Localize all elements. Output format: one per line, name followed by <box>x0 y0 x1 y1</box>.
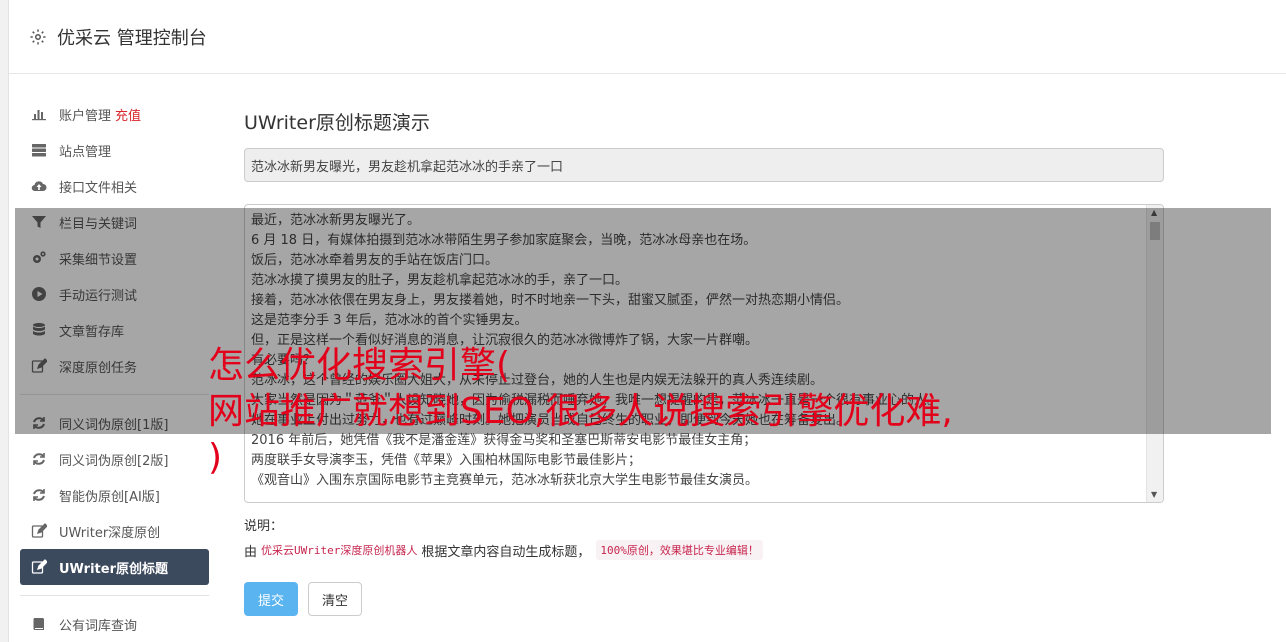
edit-icon <box>30 558 48 576</box>
sidebar-item-label: 智能伪原创[AI版] <box>59 489 160 505</box>
gear-icon <box>29 28 47 46</box>
sidebar-item-sites[interactable]: 站点管理 <box>20 132 209 168</box>
recharge-link[interactable]: 充值 <box>115 105 141 124</box>
sidebar-item-api-files[interactable]: 接口文件相关 <box>20 168 209 204</box>
sidebar-divider <box>20 595 209 596</box>
overlay-caption: 怎么优化搜索引擎( 网站推广就想到SEO,很多人说搜索引擎优化难, ) <box>208 343 1208 481</box>
overlay-caption-line: 怎么优化搜索引擎( <box>208 345 511 386</box>
overlay-caption-line: ) <box>208 437 223 478</box>
sidebar-item-public-lexicon[interactable]: 公有词库查询 <box>20 606 209 642</box>
sidebar-item-label: 站点管理 <box>59 144 112 160</box>
sidebar-item-label: UWriter原创标题 <box>59 561 168 577</box>
uwriter-robot-link[interactable]: 优采云UWriter深度原创机器人 <box>261 542 417 558</box>
refresh-icon <box>30 486 48 504</box>
note-label: 说明： <box>244 519 284 534</box>
note-prefix: 由 <box>244 544 258 560</box>
page-title: 优采云 管理控制台 <box>57 27 207 49</box>
form-actions: 提交 清空 <box>244 582 1164 616</box>
sidebar-item-label: 同义词伪原创[2版] <box>59 453 169 469</box>
server-icon <box>30 141 48 159</box>
sidebar-item-label: UWriter深度原创 <box>59 525 161 541</box>
sidebar-item-label: 账户管理 <box>59 108 112 124</box>
title-output-field[interactable]: 范冰冰新男友曝光，男友趁机拿起范冰冰的手亲了一口 <box>244 148 1164 182</box>
clear-button[interactable]: 清空 <box>308 582 362 616</box>
note-middle: 根据文章内容自动生成标题， <box>421 544 591 560</box>
page-header: 优采云 管理控制台 <box>9 0 1286 74</box>
sidebar-item-ai-spin[interactable]: 智能伪原创[AI版] <box>20 477 209 513</box>
sidebar-item-uwriter-deep[interactable]: UWriter深度原创 <box>20 513 209 549</box>
sidebar-item-synonym-v2[interactable]: 同义词伪原创[2版] <box>20 441 209 477</box>
sidebar-item-label: 公有词库查询 <box>59 618 138 634</box>
sidebar-item-account[interactable]: 账户管理 充值 <box>20 96 209 132</box>
cloud-upload-icon <box>30 177 48 195</box>
title-output-value: 范冰冰新男友曝光，男友趁机拿起范冰冰的手亲了一口 <box>251 159 564 175</box>
sidebar-item-label: 接口文件相关 <box>59 180 138 196</box>
section-heading: UWriter原创标题演示 <box>244 112 430 134</box>
overlay-caption-line: 网站推广就想到SEO,很多人说搜索引擎优化难, <box>208 391 953 432</box>
note-text: 由 优采云UWriter深度原创机器人 根据文章内容自动生成标题， 100%原创… <box>244 540 1164 560</box>
edit-icon <box>30 522 48 540</box>
refresh-icon <box>30 450 48 468</box>
book-icon <box>30 615 48 633</box>
note-highlight: 100%原创，效果堪比专业编辑！ <box>596 540 763 560</box>
sidebar-item-uwriter-title[interactable]: UWriter原创标题 <box>20 549 209 585</box>
submit-button[interactable]: 提交 <box>244 582 298 616</box>
bar-chart-icon <box>30 105 48 123</box>
scroll-down-arrow-icon[interactable]: ▼ <box>1151 490 1157 499</box>
